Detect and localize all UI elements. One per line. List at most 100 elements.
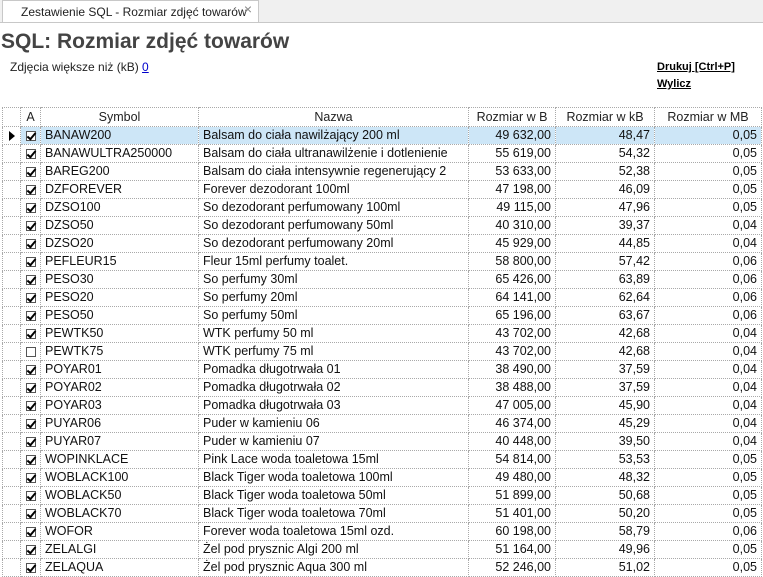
- active-checkbox-cell[interactable]: [20, 540, 41, 559]
- active-checkbox-cell[interactable]: [20, 450, 41, 469]
- cell-size-mb: 0,04: [654, 414, 762, 433]
- checkbox-icon[interactable]: [25, 130, 36, 141]
- table-row[interactable]: POYAR02 Pomadka długotrwała 02 38 488,00 37…: [2, 378, 762, 397]
- checkbox-icon[interactable]: [25, 220, 36, 231]
- table-row[interactable]: DZFOREVER Forever dezodorant 100ml 47 198,…: [2, 180, 762, 199]
- active-checkbox-cell[interactable]: [20, 522, 41, 541]
- active-checkbox-cell[interactable]: [20, 396, 41, 415]
- active-checkbox-cell[interactable]: [20, 234, 41, 253]
- checkbox-icon[interactable]: [25, 490, 36, 501]
- active-checkbox-cell[interactable]: [20, 486, 41, 505]
- active-checkbox-cell[interactable]: [20, 432, 41, 451]
- checkbox-icon[interactable]: [25, 562, 36, 573]
- table-row[interactable]: POYAR01 Pomadka długotrwała 01 38 490,00 37…: [2, 360, 762, 379]
- cell-size-mb: 0,06: [654, 306, 762, 325]
- active-checkbox-cell[interactable]: [20, 414, 41, 433]
- table-row[interactable]: PESO20 So perfumy 20ml 64 141,00 62,64 0,06: [2, 288, 762, 307]
- close-icon[interactable]: ×: [244, 1, 252, 17]
- checkbox-icon[interactable]: [25, 256, 36, 267]
- active-checkbox-cell[interactable]: [20, 324, 41, 343]
- active-checkbox-cell[interactable]: [20, 468, 41, 487]
- table-row[interactable]: DZSO20 So dezodorant perfumowany 20ml 45 9…: [2, 234, 762, 253]
- active-checkbox-cell[interactable]: [20, 216, 41, 235]
- active-checkbox-cell[interactable]: [20, 162, 41, 181]
- checkbox-icon[interactable]: [25, 382, 36, 393]
- checkbox-icon[interactable]: [25, 292, 36, 303]
- row-indicator: [2, 504, 21, 523]
- checkbox-icon[interactable]: [25, 184, 36, 195]
- table-row[interactable]: PESO50 So perfumy 50ml 65 196,00 63,67 0,06: [2, 306, 762, 325]
- row-indicator: [2, 360, 21, 379]
- column-header-size-kb[interactable]: Rozmiar w kB: [555, 107, 655, 127]
- table-row[interactable]: PESO30 So perfumy 30ml 65 426,00 63,89 0,06: [2, 270, 762, 289]
- checkbox-icon[interactable]: [25, 202, 36, 213]
- table-row[interactable]: PEWTK50 WTK perfumy 50 ml 43 702,00 42,68 0,…: [2, 324, 762, 343]
- cell-size-mb: 0,04: [654, 360, 762, 379]
- checkbox-icon[interactable]: [25, 508, 36, 519]
- table-row[interactable]: WOPINKLACE Pink Lace woda toaletowa 15ml 5…: [2, 450, 762, 469]
- print-link[interactable]: Drukuj [Ctrl+P]: [657, 61, 735, 73]
- table-row[interactable]: DZSO100 So dezodorant perfumowany 100ml 49…: [2, 198, 762, 217]
- row-indicator: [2, 486, 21, 505]
- cell-size-kb: 42,68: [555, 324, 655, 343]
- active-checkbox-cell[interactable]: [20, 288, 41, 307]
- active-checkbox-cell[interactable]: [20, 198, 41, 217]
- cell-size-mb: 0,04: [654, 216, 762, 235]
- table-row[interactable]: ZELALGI Żel pod prysznic Algi 200 ml 51 16…: [2, 540, 762, 559]
- table-row[interactable]: WOBLACK100 Black Tiger woda toaletowa 100…: [2, 468, 762, 487]
- active-checkbox-cell[interactable]: [20, 504, 41, 523]
- table-row[interactable]: PEFLEUR15 Fleur 15ml perfumy toalet. 58 80…: [2, 252, 762, 271]
- table-row[interactable]: WOFOR Forever woda toaletowa 15ml ozd. 60 …: [2, 522, 762, 541]
- filter-value-link[interactable]: 0: [142, 60, 149, 74]
- checkbox-icon[interactable]: [25, 148, 36, 159]
- table-row[interactable]: PUYAR06 Puder w kamieniu 06 46 374,00 45,29…: [2, 414, 762, 433]
- table-row[interactable]: PUYAR07 Puder w kamieniu 07 40 448,00 39,50…: [2, 432, 762, 451]
- cell-name: WTK perfumy 75 ml: [198, 342, 469, 361]
- checkbox-icon[interactable]: [25, 418, 36, 429]
- active-checkbox-cell[interactable]: [20, 180, 41, 199]
- table-row[interactable]: BANAWULTRA250000 Balsam do ciała ultranaw…: [2, 144, 762, 163]
- checkbox-icon[interactable]: [25, 238, 36, 249]
- column-header-size-mb[interactable]: Rozmiar w MB: [654, 107, 762, 127]
- active-checkbox-cell[interactable]: [20, 378, 41, 397]
- tab-report[interactable]: Zestawienie SQL - Rozmiar zdjęć towarów …: [2, 0, 259, 22]
- active-checkbox-cell[interactable]: [20, 144, 41, 163]
- checkbox-icon[interactable]: [25, 526, 36, 537]
- cell-size-kb: 63,67: [555, 306, 655, 325]
- checkbox-icon[interactable]: [25, 436, 36, 447]
- active-checkbox-cell[interactable]: [20, 270, 41, 289]
- active-checkbox-cell[interactable]: [20, 360, 41, 379]
- checkbox-icon[interactable]: [25, 328, 36, 339]
- checkbox-icon[interactable]: [25, 544, 36, 555]
- column-header-name[interactable]: Nazwa: [198, 107, 469, 127]
- cell-size-mb: 0,06: [654, 288, 762, 307]
- table-row[interactable]: BAREG200 Balsam do ciała intensywnie rege…: [2, 162, 762, 181]
- checkbox-icon[interactable]: [25, 166, 36, 177]
- active-checkbox-cell[interactable]: [20, 306, 41, 325]
- cell-size-mb: 0,05: [654, 162, 762, 181]
- table-row[interactable]: POYAR03 Pomadka długotrwała 03 47 005,00 45…: [2, 396, 762, 415]
- cell-size-mb: 0,06: [654, 252, 762, 271]
- checkbox-icon[interactable]: [25, 310, 36, 321]
- active-checkbox-cell[interactable]: [20, 252, 41, 271]
- checkbox-icon[interactable]: [25, 274, 36, 285]
- checkbox-icon[interactable]: [25, 364, 36, 375]
- column-header-active[interactable]: A: [20, 107, 41, 127]
- column-header-symbol[interactable]: Symbol: [40, 107, 199, 127]
- column-header-size-b[interactable]: Rozmiar w B: [468, 107, 556, 127]
- table-row[interactable]: WOBLACK50 Black Tiger woda toaletowa 50ml…: [2, 486, 762, 505]
- table-row[interactable]: PEWTK75 WTK perfumy 75 ml 43 702,00 42,68 0,…: [2, 342, 762, 361]
- checkbox-icon[interactable]: [25, 472, 36, 483]
- checkbox-icon[interactable]: [25, 454, 36, 465]
- table-row[interactable]: DZSO50 So dezodorant perfumowany 50ml 40 3…: [2, 216, 762, 235]
- checkbox-icon[interactable]: [25, 346, 36, 357]
- calculate-link[interactable]: Wylicz: [657, 78, 691, 90]
- active-checkbox-cell[interactable]: [20, 126, 41, 145]
- cell-symbol: ZELALGI: [40, 540, 199, 559]
- table-row[interactable]: WOBLACK70 Black Tiger woda toaletowa 70ml…: [2, 504, 762, 523]
- cell-name: Balsam do ciała intensywnie regenerujący…: [198, 162, 469, 181]
- active-checkbox-cell[interactable]: [20, 342, 41, 361]
- checkbox-icon[interactable]: [25, 400, 36, 411]
- cell-name: Puder w kamieniu 06: [198, 414, 469, 433]
- table-row[interactable]: BANAW200 Balsam do ciała nawilżający 200 …: [2, 126, 762, 145]
